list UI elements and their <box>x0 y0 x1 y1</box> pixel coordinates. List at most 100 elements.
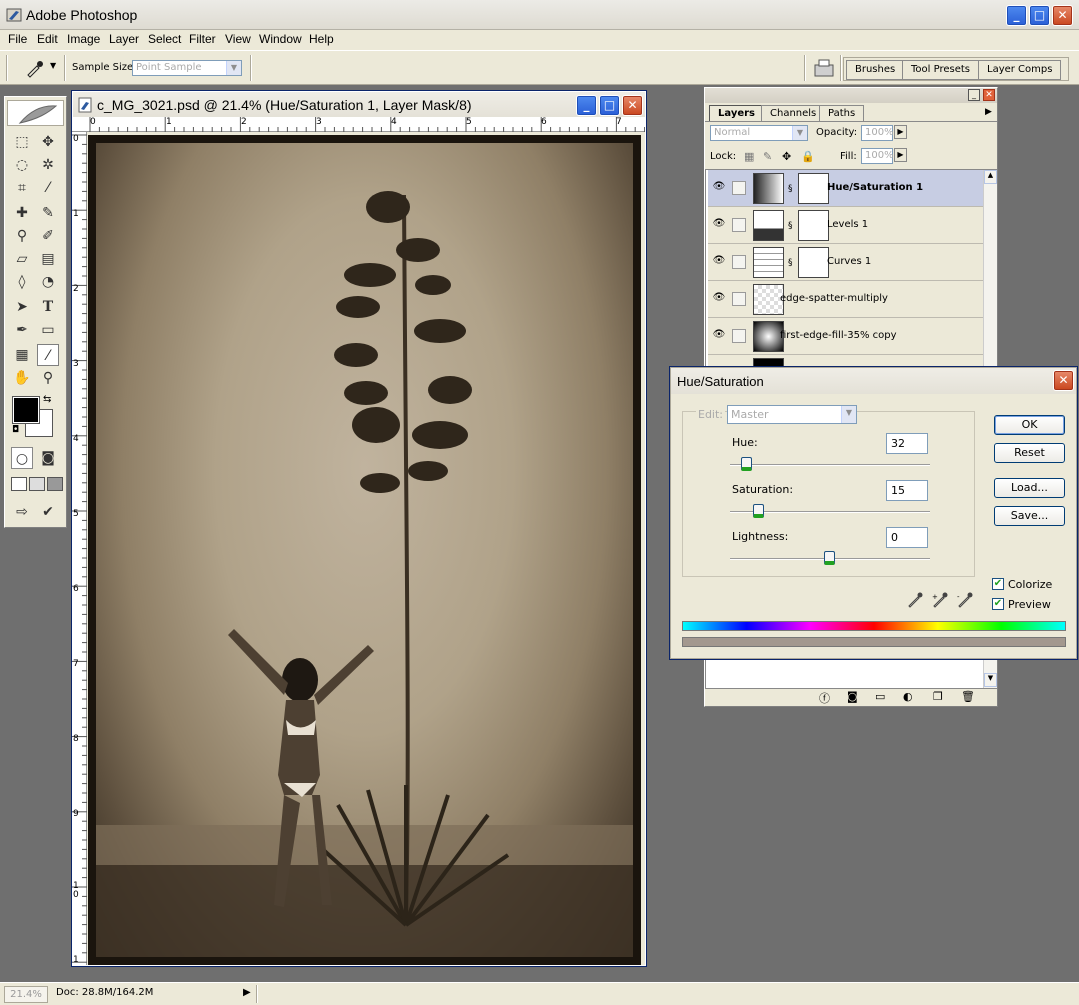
new-layer-icon[interactable]: ❐ <box>933 690 943 703</box>
tool-preset-picker[interactable]: ▼ <box>24 58 60 78</box>
reset-button[interactable]: Reset <box>994 443 1065 463</box>
chain-link-icon[interactable]: § <box>788 258 793 268</box>
edit-in-imageready-icon[interactable]: ✔ <box>37 501 59 523</box>
layer-link-box[interactable] <box>732 329 746 343</box>
scroll-up-arrow-icon[interactable]: ▲ <box>984 170 997 184</box>
layer-link-box[interactable] <box>732 181 746 195</box>
layer-row[interactable]: 👁 § Hue/Saturation 1 <box>708 170 983 207</box>
menu-file[interactable]: File <box>8 32 27 46</box>
eye-visibility-icon[interactable]: 👁 <box>712 329 726 343</box>
history-brush-tool-icon[interactable]: ✐ <box>37 225 59 247</box>
menu-layer[interactable]: Layer <box>109 32 139 46</box>
lock-position-icon[interactable]: ✥ <box>782 150 791 163</box>
eye-visibility-icon[interactable]: 👁 <box>712 292 726 306</box>
marquee-tool-icon[interactable]: ⬚ <box>11 131 33 153</box>
hue-slider-track[interactable] <box>730 464 930 466</box>
tab-tool-presets[interactable]: Tool Presets <box>902 60 979 80</box>
new-group-icon[interactable]: ▭ <box>875 690 885 703</box>
tab-layers[interactable]: Layers <box>709 105 764 121</box>
layer-row[interactable]: 👁 § Curves 1 <box>708 244 983 281</box>
eye-visibility-icon[interactable]: 👁 <box>712 255 726 269</box>
doc-minimize-button[interactable]: _ <box>576 95 597 116</box>
colorize-checkbox[interactable]: ✔ <box>992 578 1004 590</box>
layer-row[interactable]: 👁 first-edge-fill-35% copy <box>708 318 983 355</box>
vertical-ruler[interactable]: 0 1 2 3 4 5 6 7 8 9 1 0 1 <box>72 132 87 965</box>
notes-tool-icon[interactable]: ▦ <box>11 344 33 366</box>
panel-minimize-button[interactable]: _ <box>968 89 980 101</box>
minimize-button[interactable]: _ <box>1006 5 1027 26</box>
layer-mask-thumbnail[interactable] <box>798 247 829 278</box>
menu-select[interactable]: Select <box>148 32 181 46</box>
preview-checkbox[interactable]: ✔ <box>992 598 1004 610</box>
screen-mode-standard-icon[interactable] <box>11 477 27 491</box>
menu-window[interactable]: Window <box>259 32 302 46</box>
opacity-slider-arrow-icon[interactable]: ▶ <box>894 125 907 139</box>
lightness-slider-thumb[interactable] <box>824 551 835 565</box>
layer-mask-thumbnail[interactable] <box>798 173 829 204</box>
layer-style-icon[interactable]: ⓕ <box>819 690 830 706</box>
close-button[interactable]: ✕ <box>1052 5 1073 26</box>
status-menu-arrow-icon[interactable]: ▶ <box>243 987 251 998</box>
new-adjustment-layer-icon[interactable]: ◐ <box>903 690 913 703</box>
fill-slider-arrow-icon[interactable]: ▶ <box>894 148 907 162</box>
eyedropper-plus-icon[interactable]: + <box>931 591 949 609</box>
swap-colors-icon[interactable]: ⇆ <box>43 394 51 405</box>
panel-close-button[interactable]: ✕ <box>983 89 995 101</box>
eraser-tool-icon[interactable]: ▱ <box>11 248 33 270</box>
jump-to-imageready-icon[interactable]: ⇨ <box>11 501 33 523</box>
screen-mode-full-menu-icon[interactable] <box>29 477 45 491</box>
chain-link-icon[interactable]: § <box>788 221 793 231</box>
layer-link-box[interactable] <box>732 218 746 232</box>
doc-close-button[interactable]: ✕ <box>622 95 643 116</box>
lock-transparency-icon[interactable]: ▦ <box>744 150 754 163</box>
ok-button[interactable]: OK <box>994 415 1065 435</box>
path-selection-tool-icon[interactable]: ➤ <box>11 296 33 318</box>
clone-stamp-tool-icon[interactable]: ⚲ <box>11 225 33 247</box>
add-mask-icon[interactable]: ◙ <box>847 690 858 703</box>
chain-link-icon[interactable]: § <box>788 184 793 194</box>
hand-tool-icon[interactable]: ✋ <box>11 367 33 389</box>
dialog-close-button[interactable]: ✕ <box>1053 370 1074 391</box>
healing-brush-tool-icon[interactable]: ✚ <box>11 202 33 224</box>
fill-field[interactable]: 100% <box>861 148 894 164</box>
gradient-tool-icon[interactable]: ▤ <box>37 248 59 270</box>
layer-link-box[interactable] <box>732 292 746 306</box>
layer-link-box[interactable] <box>732 255 746 269</box>
dodge-tool-icon[interactable]: ◔ <box>37 271 59 293</box>
tab-paths[interactable]: Paths <box>819 105 865 121</box>
menu-image[interactable]: Image <box>67 32 100 46</box>
blur-tool-icon[interactable]: ◊ <box>11 271 33 293</box>
magic-wand-tool-icon[interactable]: ✲ <box>37 154 59 176</box>
lock-pixels-icon[interactable]: ✎ <box>763 150 772 163</box>
foreground-color-swatch-top[interactable] <box>12 396 40 424</box>
scroll-down-arrow-icon[interactable]: ▼ <box>984 673 997 687</box>
type-tool-icon[interactable]: T <box>37 296 59 318</box>
tab-layer-comps[interactable]: Layer Comps <box>978 60 1062 80</box>
file-browser-icon[interactable] <box>812 57 836 79</box>
lasso-tool-icon[interactable]: ◌ <box>11 154 33 176</box>
sample-size-select[interactable]: Point Sample ▼ <box>132 60 242 76</box>
saturation-input[interactable]: 15 <box>886 480 928 501</box>
pen-tool-icon[interactable]: ✒ <box>11 319 33 341</box>
lightness-input[interactable]: 0 <box>886 527 928 548</box>
shape-tool-icon[interactable]: ▭ <box>37 319 59 341</box>
eyedropper-icon[interactable] <box>906 591 924 609</box>
standard-mode-icon[interactable]: ○ <box>11 447 33 469</box>
maximize-button[interactable]: □ <box>1029 5 1050 26</box>
move-tool-icon[interactable]: ✥ <box>37 131 59 153</box>
zoom-tool-icon[interactable]: ⚲ <box>37 367 59 389</box>
zoom-field[interactable]: 21.4% <box>4 986 48 1003</box>
image-canvas[interactable] <box>88 135 641 965</box>
load-button[interactable]: Load... <box>994 478 1065 498</box>
layer-row[interactable]: 👁 § Levels 1 <box>708 207 983 244</box>
slice-tool-icon[interactable]: ⁄ <box>37 177 59 199</box>
eyedropper-minus-icon[interactable]: - <box>956 591 974 609</box>
menu-view[interactable]: View <box>225 32 251 46</box>
trash-icon[interactable]: 🗑 <box>961 690 975 703</box>
hue-input[interactable]: 32 <box>886 433 928 454</box>
crop-tool-icon[interactable]: ⌗ <box>11 177 33 199</box>
horizontal-ruler[interactable]: 0 1 2 3 4 5 6 7 <box>72 117 645 132</box>
saturation-slider-thumb[interactable] <box>753 504 764 518</box>
tab-brushes[interactable]: Brushes <box>846 60 905 80</box>
hue-slider-thumb[interactable] <box>741 457 752 471</box>
